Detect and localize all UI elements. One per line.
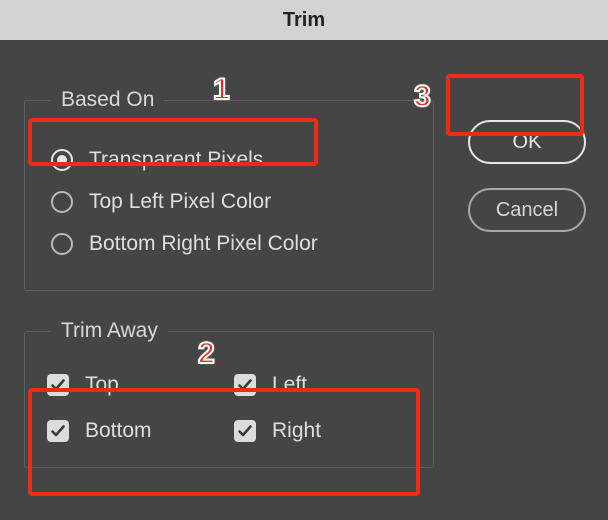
radio-label: Top Left Pixel Color bbox=[89, 190, 271, 214]
dialog-titlebar: Trim bbox=[0, 0, 608, 40]
checkbox-top[interactable]: Top bbox=[47, 373, 224, 397]
options-column: Based On Transparent Pixels Top Left Pix… bbox=[24, 88, 434, 468]
based-on-legend: Based On bbox=[51, 88, 164, 112]
checkmark-icon bbox=[47, 374, 69, 396]
ok-button-label: OK bbox=[513, 131, 542, 154]
radio-transparent-pixels[interactable]: Transparent Pixels bbox=[45, 144, 413, 176]
checkbox-right[interactable]: Right bbox=[234, 419, 411, 443]
checkbox-label: Right bbox=[272, 419, 321, 443]
dialog-title: Trim bbox=[283, 9, 325, 32]
radio-label: Bottom Right Pixel Color bbox=[89, 232, 318, 256]
checkmark-icon bbox=[234, 374, 256, 396]
checkbox-label: Left bbox=[272, 373, 307, 397]
dialog-buttons: OK Cancel bbox=[468, 120, 586, 232]
radio-icon bbox=[51, 233, 73, 255]
radio-top-left-pixel-color[interactable]: Top Left Pixel Color bbox=[45, 186, 413, 218]
radio-label: Transparent Pixels bbox=[89, 148, 263, 172]
checkbox-label: Top bbox=[85, 373, 119, 397]
trim-away-group: Trim Away Top Left bbox=[24, 319, 434, 468]
checkbox-left[interactable]: Left bbox=[234, 373, 411, 397]
radio-icon bbox=[51, 191, 73, 213]
dialog-body: Based On Transparent Pixels Top Left Pix… bbox=[0, 40, 608, 520]
checkmark-icon bbox=[234, 420, 256, 442]
trim-dialog: Trim Based On Transparent Pixels Top Lef… bbox=[0, 0, 608, 520]
radio-bottom-right-pixel-color[interactable]: Bottom Right Pixel Color bbox=[45, 228, 413, 260]
radio-icon bbox=[51, 149, 73, 171]
trim-away-grid: Top Left Bottom bbox=[41, 365, 417, 447]
ok-button[interactable]: OK bbox=[468, 120, 586, 164]
based-on-group: Based On Transparent Pixels Top Left Pix… bbox=[24, 88, 434, 291]
cancel-button[interactable]: Cancel bbox=[468, 188, 586, 232]
checkmark-icon bbox=[47, 420, 69, 442]
cancel-button-label: Cancel bbox=[496, 199, 558, 222]
trim-away-legend: Trim Away bbox=[51, 319, 168, 343]
checkbox-label: Bottom bbox=[85, 419, 152, 443]
checkbox-bottom[interactable]: Bottom bbox=[47, 419, 224, 443]
